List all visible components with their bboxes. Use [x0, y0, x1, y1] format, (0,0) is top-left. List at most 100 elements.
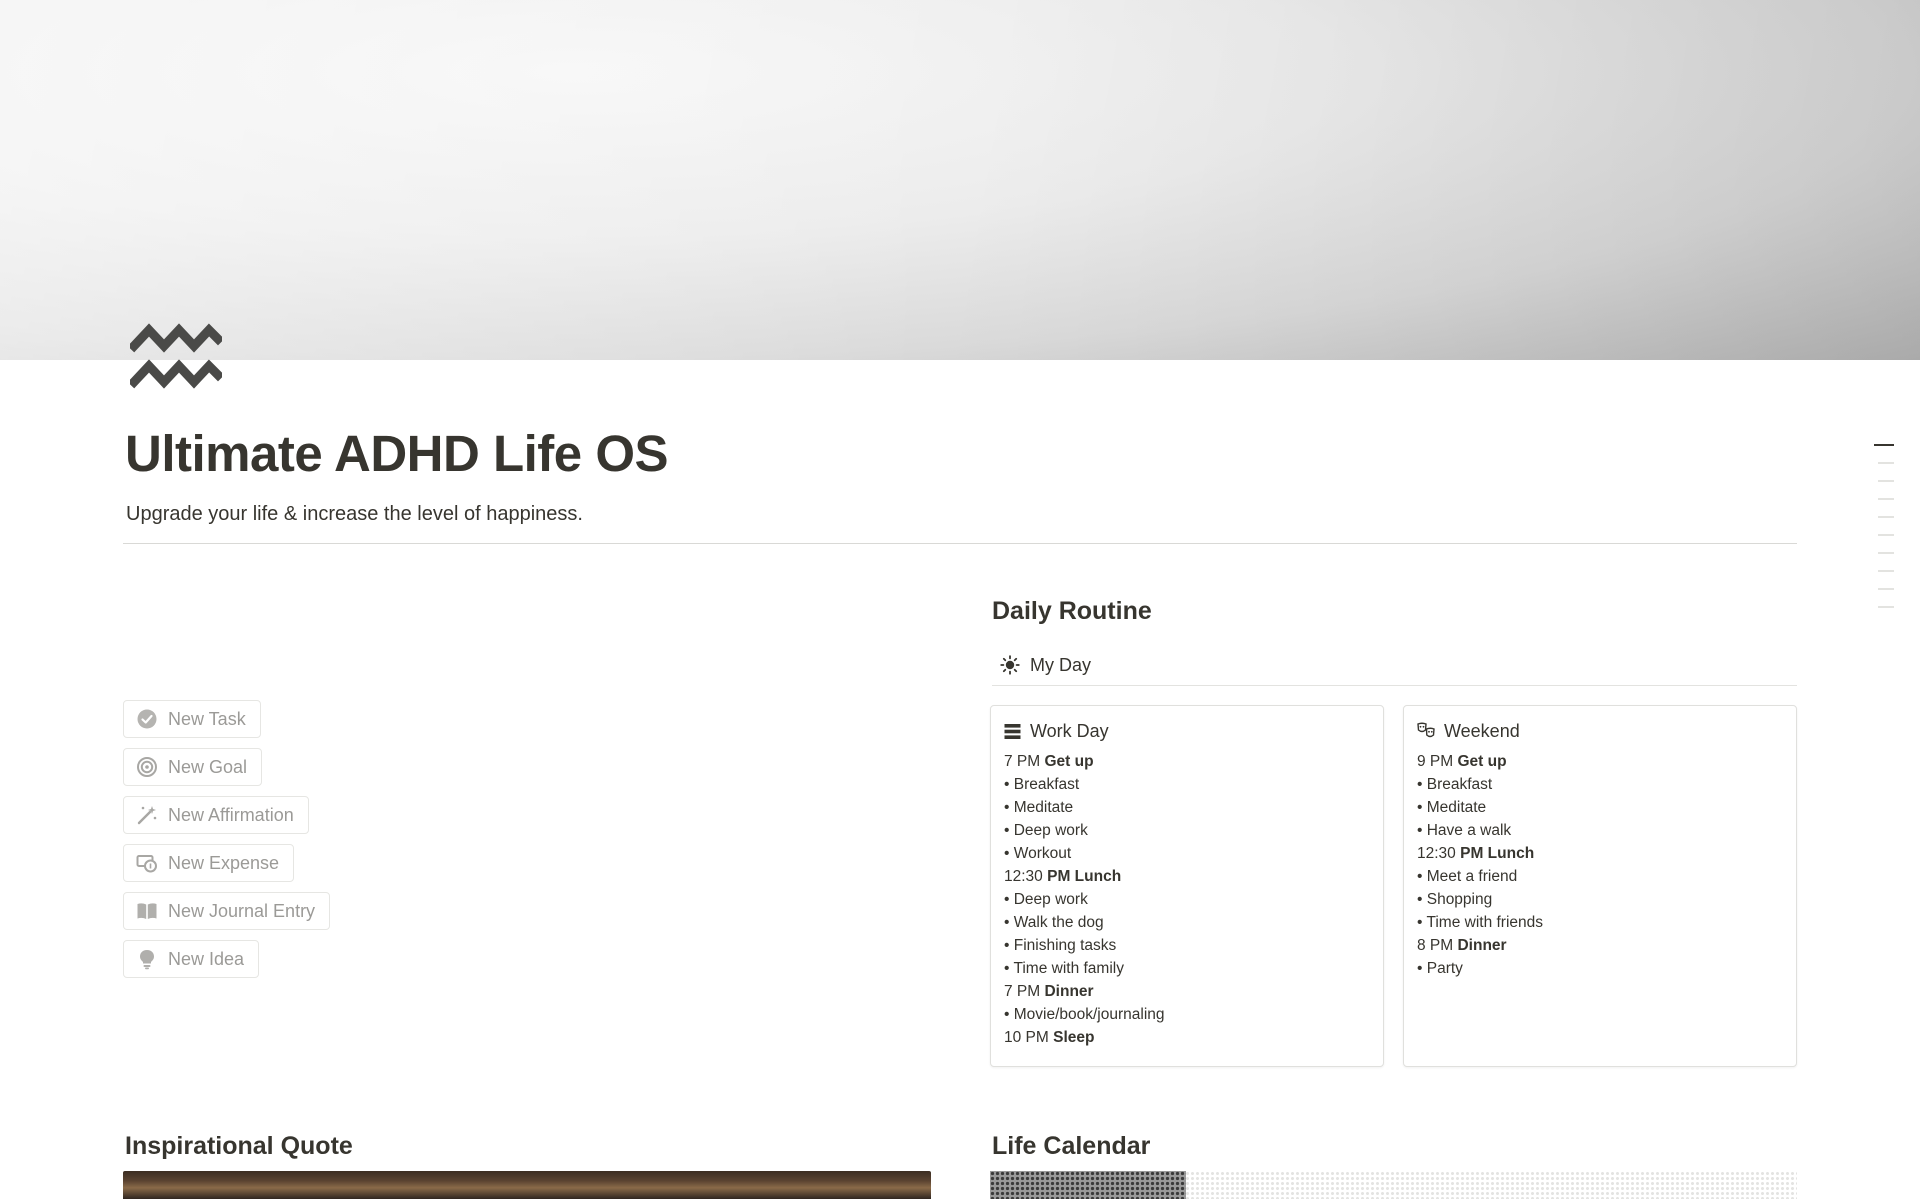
weekend-title[interactable]: Weekend: [1417, 718, 1783, 744]
routine-line: 7 PM Get up: [1004, 750, 1370, 773]
book-icon: [136, 900, 158, 922]
daily-routine-heading: Daily Routine: [992, 597, 1152, 625]
routine-line-text: • Movie/book/journaling: [1004, 1006, 1165, 1023]
life-calendar-grid: [990, 1171, 1797, 1199]
magic-wand-icon: [136, 804, 158, 826]
target-icon: [136, 756, 158, 778]
routine-line-text: • Finishing tasks: [1004, 937, 1117, 954]
table-of-contents[interactable]: [1874, 444, 1896, 624]
toc-item[interactable]: [1878, 462, 1894, 464]
toc-item[interactable]: [1878, 516, 1894, 518]
toc-item[interactable]: [1878, 588, 1894, 590]
button-label: New Expense: [168, 852, 280, 873]
routine-line-text: 7 PM: [1004, 753, 1045, 770]
inspirational-quote-heading: Inspirational Quote: [125, 1132, 353, 1160]
divider: [123, 543, 1797, 544]
routine-line: • Deep work: [1004, 888, 1370, 911]
routine-line: • Time with family: [1004, 957, 1370, 980]
routine-line-text: • Deep work: [1004, 891, 1088, 908]
routine-line-text: 7 PM: [1004, 983, 1045, 1000]
routine-line-text: • Meet a friend: [1417, 868, 1518, 885]
routine-line: 7 PM Dinner: [1004, 980, 1370, 1003]
routine-line: • Meditate: [1004, 796, 1370, 819]
routine-line-text: • Time with family: [1004, 960, 1124, 977]
new-journal-entry-button[interactable]: New Journal Entry: [123, 892, 331, 930]
routine-line-bold: PM Lunch: [1047, 868, 1122, 885]
toc-item[interactable]: [1878, 570, 1894, 572]
routine-line-text: • Time with friends: [1417, 914, 1544, 931]
routine-line: 10 PM Sleep: [1004, 1026, 1370, 1049]
new-affirmation-button[interactable]: New Affirmation: [123, 796, 309, 834]
quick-action-buttons: New Task New Goal New Affirmation New Ex…: [123, 700, 331, 988]
toc-item[interactable]: [1874, 444, 1894, 446]
toc-item[interactable]: [1878, 534, 1894, 536]
routine-line-text: 12:30: [1417, 845, 1461, 862]
check-circle-icon: [136, 708, 158, 730]
routine-line-bold: Sleep: [1053, 1029, 1095, 1046]
routine-line: • Party: [1417, 957, 1783, 980]
routine-line: 8 PM Dinner: [1417, 934, 1783, 957]
routine-line-bold: PM Lunch: [1460, 845, 1535, 862]
routine-line: • Have a walk: [1417, 819, 1783, 842]
routine-line-text: • Walk the dog: [1004, 914, 1104, 931]
routine-line: • Time with friends: [1417, 911, 1783, 934]
routine-line: • Walk the dog: [1004, 911, 1370, 934]
toc-item[interactable]: [1878, 552, 1894, 554]
card-title-label: Weekend: [1444, 720, 1520, 741]
aquarius-zigzag-icon[interactable]: [127, 322, 225, 390]
toc-item[interactable]: [1878, 606, 1894, 608]
new-task-button[interactable]: New Task: [123, 700, 261, 738]
routine-line-text: • Meditate: [1004, 799, 1074, 816]
new-goal-button[interactable]: New Goal: [123, 748, 263, 786]
button-label: New Journal Entry: [168, 900, 316, 921]
routine-line: • Deep work: [1004, 819, 1370, 842]
my-day-label: My Day: [1030, 654, 1092, 675]
routine-line-bold: Dinner: [1044, 983, 1094, 1000]
routine-line-bold: Get up: [1044, 753, 1094, 770]
button-label: New Task: [168, 708, 246, 729]
routine-line-text: • Workout: [1004, 845, 1072, 862]
toc-item[interactable]: [1878, 480, 1894, 482]
lightbulb-icon: [136, 948, 158, 970]
weekend-routine-list: 9 PM Get up • Breakfast • Meditate • Have a…: [1417, 750, 1783, 980]
routine-line-text: 8 PM: [1417, 937, 1458, 954]
toc-item[interactable]: [1878, 498, 1894, 500]
life-calendar-heading: Life Calendar: [992, 1132, 1151, 1160]
routine-line-text: • Shopping: [1417, 891, 1493, 908]
routine-line-text: • Party: [1417, 960, 1463, 977]
routine-line: • Meditate: [1417, 796, 1783, 819]
work-day-title[interactable]: Work Day: [1004, 718, 1370, 744]
page-title: Ultimate ADHD Life OS: [125, 425, 669, 482]
new-expense-button[interactable]: New Expense: [123, 844, 295, 882]
button-label: New Goal: [168, 756, 248, 777]
routine-line: • Movie/book/journaling: [1004, 1003, 1370, 1026]
routine-line: • Meet a friend: [1417, 865, 1783, 888]
routine-line: 12:30 PM Lunch: [1417, 842, 1783, 865]
routine-line: • Finishing tasks: [1004, 934, 1370, 957]
routine-line-bold: Dinner: [1457, 937, 1507, 954]
routine-line: • Breakfast: [1417, 773, 1783, 796]
work-day-routine-list: 7 PM Get up • Breakfast • Meditate • Deep w…: [1004, 750, 1370, 1049]
routine-line: 9 PM Get up: [1417, 750, 1783, 773]
card-title-label: Work Day: [1030, 720, 1109, 741]
routine-line: 12:30 PM Lunch: [1004, 865, 1370, 888]
work-day-card[interactable]: Work Day 7 PM Get up • Breakfast • Meditat…: [990, 705, 1384, 1067]
quote-image: [123, 1171, 931, 1199]
cover-image: [0, 0, 1920, 360]
weekend-card[interactable]: Weekend 9 PM Get up • Breakfast • Meditate…: [1403, 705, 1797, 1067]
routine-line-text: • Deep work: [1004, 822, 1088, 839]
routine-line-text: 10 PM: [1004, 1029, 1054, 1046]
sun-icon: [1000, 655, 1020, 675]
my-day-link[interactable]: My Day: [992, 645, 1797, 686]
routine-line-text: • Meditate: [1417, 799, 1487, 816]
button-label: New Affirmation: [168, 804, 294, 825]
page-subtitle: Upgrade your life & increase the level o…: [126, 503, 583, 525]
routine-line-text: • Breakfast: [1004, 776, 1080, 793]
new-idea-button[interactable]: New Idea: [123, 940, 260, 978]
party-masks-icon: [1417, 722, 1435, 740]
routine-line-bold: Get up: [1457, 753, 1507, 770]
routine-line: • Shopping: [1417, 888, 1783, 911]
routine-line-text: • Have a walk: [1417, 822, 1512, 839]
life-calendar-lived-weeks: [990, 1171, 1186, 1199]
routine-line: • Breakfast: [1004, 773, 1370, 796]
